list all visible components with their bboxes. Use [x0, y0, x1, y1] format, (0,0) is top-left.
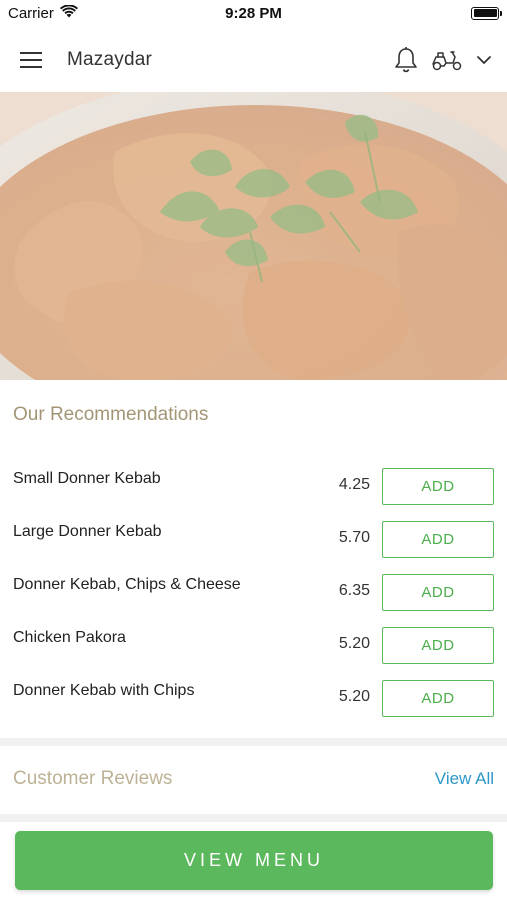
list-item: Chicken Pakora 5.20 ADD [0, 627, 507, 680]
list-item: Large Donner Kebab 5.70 ADD [0, 521, 507, 574]
item-price: 4.25 [338, 476, 370, 493]
bell-icon[interactable] [393, 46, 419, 74]
carrier-label: Carrier [8, 4, 54, 22]
item-name: Donner Kebab with Chips [13, 682, 195, 699]
reviews-section: Customer Reviews View All [0, 746, 507, 814]
section-divider [0, 814, 507, 822]
recommendations-list: Small Donner Kebab 4.25 ADD Large Donner… [0, 468, 507, 733]
list-item: Donner Kebab, Chips & Cheese 6.35 ADD [0, 574, 507, 627]
item-name: Large Donner Kebab [13, 523, 162, 540]
chevron-down-icon[interactable] [475, 54, 493, 66]
item-price: 5.70 [338, 529, 370, 546]
scooter-icon[interactable] [431, 48, 463, 72]
status-left: Carrier [8, 3, 78, 22]
recommendations-title: Our Recommendations [13, 404, 209, 425]
status-bar: Carrier 9:28 PM [0, 0, 507, 26]
add-button[interactable]: ADD [382, 574, 494, 611]
page-title: Mazaydar [67, 49, 153, 70]
reviews-title: Customer Reviews [13, 768, 173, 789]
item-name: Donner Kebab, Chips & Cheese [13, 576, 241, 593]
app-header: Mazaydar [0, 30, 507, 90]
item-price: 6.35 [338, 582, 370, 599]
view-all-link[interactable]: View All [435, 769, 494, 789]
list-item: Small Donner Kebab 4.25 ADD [0, 468, 507, 521]
add-button[interactable]: ADD [382, 680, 494, 717]
hamburger-icon[interactable] [20, 46, 48, 74]
item-name: Chicken Pakora [13, 629, 126, 646]
add-button[interactable]: ADD [382, 627, 494, 664]
battery-icon [471, 6, 502, 20]
list-item: Donner Kebab with Chips 5.20 ADD [0, 680, 507, 733]
add-button[interactable]: ADD [382, 468, 494, 505]
item-name: Small Donner Kebab [13, 470, 161, 487]
view-menu-button[interactable]: VIEW MENU [15, 831, 493, 890]
header-actions [393, 46, 493, 74]
item-price: 5.20 [338, 635, 370, 652]
item-price: 5.20 [338, 688, 370, 705]
section-divider [0, 738, 507, 746]
wifi-icon [59, 3, 78, 22]
recommendations-section: Our Recommendations Small Donner Kebab 4… [0, 380, 507, 738]
hero-food-image [0, 92, 507, 380]
add-button[interactable]: ADD [382, 521, 494, 558]
